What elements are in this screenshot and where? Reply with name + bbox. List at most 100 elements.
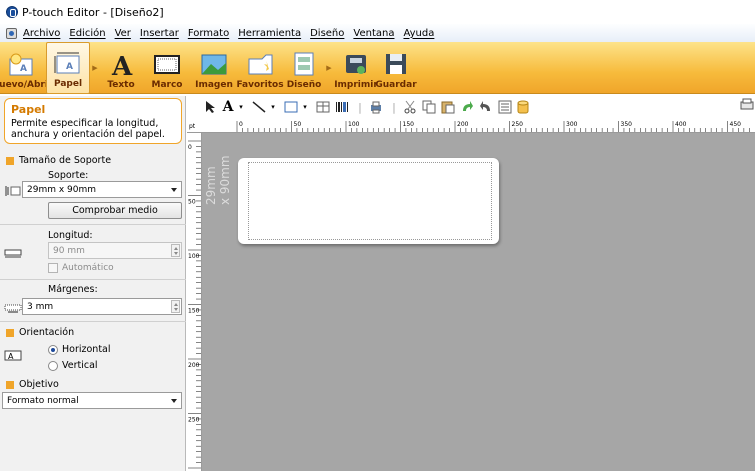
margins-input[interactable]: 3 mm <box>22 298 182 315</box>
section-marker-icon <box>6 156 14 165</box>
text-button[interactable]: A Texto <box>100 42 142 94</box>
save-icon <box>382 51 410 77</box>
label-size-indicator: 29mm x 90mm <box>204 155 235 239</box>
paper-label: Papel <box>53 79 83 89</box>
print-icon <box>342 51 370 77</box>
line-tool-icon[interactable] <box>252 99 266 115</box>
frame-icon <box>153 51 181 77</box>
copy-icon[interactable] <box>422 99 436 115</box>
objective-section: Objetivo <box>6 379 59 390</box>
ruler-tick-label: 100 <box>188 253 200 260</box>
margins-icon <box>4 303 22 315</box>
ruler-unit-label: pt <box>189 123 196 130</box>
menu-formato[interactable]: Formato <box>188 28 229 39</box>
layout-button[interactable]: Diseño <box>284 42 324 94</box>
checkbox-box <box>48 263 58 273</box>
image-button[interactable]: Imagen <box>192 42 236 94</box>
objective-select-value: Formato normal <box>7 395 79 406</box>
auto-checkbox[interactable]: Automático <box>48 263 114 273</box>
frame-button[interactable]: Marco <box>142 42 192 94</box>
print-label: Imprimir <box>334 80 378 90</box>
chevron-down-icon[interactable]: ▾ <box>267 99 279 115</box>
objective-section-label: Objetivo <box>19 379 59 390</box>
radio-circle <box>48 360 58 371</box>
design-canvas[interactable]: 29mm x 90mm <box>202 133 755 471</box>
paste-icon[interactable] <box>441 99 455 115</box>
table-tool-icon[interactable] <box>316 99 330 115</box>
svg-text:A: A <box>111 52 133 77</box>
panel-description: Permite especificar la longitud, anchura… <box>11 118 165 140</box>
objective-select[interactable]: Formato normal <box>2 392 182 409</box>
database-icon[interactable] <box>517 99 529 115</box>
frame-label: Marco <box>151 80 183 90</box>
paper-button[interactable]: A Papel <box>46 42 90 94</box>
orientation-section: Orientación <box>6 327 74 338</box>
orientation-icon: A <box>4 350 22 362</box>
print-button[interactable]: Imprimir <box>334 42 378 94</box>
new-open-button[interactable]: A Nuevo/Abrir <box>0 42 52 94</box>
menu-edicion[interactable]: Edición <box>69 28 105 39</box>
ribbon-group-arrow-icon: ▶ <box>326 63 332 72</box>
window-title: P-touch Editor - [Diseño2] <box>22 5 164 19</box>
select-arrow-icon[interactable] <box>205 99 217 115</box>
margins-input-value: 3 mm <box>27 301 54 312</box>
save-button[interactable]: Guardar <box>375 42 417 94</box>
ruler-tick-label: 50 <box>188 199 196 206</box>
panel-title: Papel <box>11 103 46 116</box>
layout-icon <box>290 51 318 77</box>
document-menu-icon[interactable] <box>6 27 17 39</box>
undo-icon[interactable] <box>460 99 474 115</box>
cut-icon[interactable] <box>403 99 417 115</box>
menu-herramienta[interactable]: Herramienta <box>238 28 301 39</box>
menu-insertar[interactable]: Insertar <box>140 28 179 39</box>
redo-icon[interactable] <box>479 99 493 115</box>
menu-ventana[interactable]: Ventana <box>353 28 394 39</box>
ruler-tick-label: 450 <box>730 121 742 128</box>
label-tape[interactable] <box>238 158 499 244</box>
favorites-button[interactable]: Favoritos <box>236 42 284 94</box>
menu-ver[interactable]: Ver <box>115 28 131 39</box>
print-preview-icon[interactable] <box>369 99 383 115</box>
length-spinner-icon[interactable] <box>171 244 180 257</box>
barcode-tool-icon[interactable] <box>335 99 349 115</box>
horizontal-radio-label: Horizontal <box>62 344 111 355</box>
chevron-down-icon[interactable]: ▾ <box>235 99 247 115</box>
media-select[interactable]: 29mm x 90mm <box>22 181 182 198</box>
chevron-down-icon[interactable]: ▾ <box>299 99 311 115</box>
length-input[interactable]: 90 mm <box>48 242 182 259</box>
vertical-radio-label: Vertical <box>62 360 98 371</box>
rectangle-tool-icon[interactable] <box>284 99 298 115</box>
orientation-section-label: Orientación <box>19 327 75 338</box>
ruler-tick-label: 200 <box>188 362 200 369</box>
menu-diseno[interactable]: Diseño <box>310 28 344 39</box>
check-media-button[interactable]: Comprobar medio <box>48 202 182 219</box>
favorites-label: Favoritos <box>236 80 284 90</box>
svg-text:A: A <box>8 352 14 361</box>
app-icon <box>6 6 18 18</box>
horizontal-radio[interactable]: Horizontal <box>48 344 111 355</box>
ruler-tick-label: 250 <box>512 121 524 128</box>
ruler-tick-label: 0 <box>188 144 192 151</box>
save-label: Guardar <box>375 80 417 90</box>
media-size-section-label: Tamaño de Soporte <box>19 155 112 166</box>
length-input-value: 90 mm <box>53 245 85 256</box>
horizontal-ruler: pt 0 50 100 150 200 250 300 350 400 450 <box>187 118 755 133</box>
text-label: Texto <box>107 80 135 90</box>
text-tool-icon[interactable]: A <box>222 99 234 115</box>
ribbon-group-arrow-icon: ▶ <box>92 63 98 72</box>
printer-status-icon[interactable] <box>740 98 754 112</box>
margins-label: Márgenes: <box>48 284 98 295</box>
menu-archivo[interactable]: Archivo <box>23 28 60 39</box>
size-line-2: x 90mm <box>218 155 232 205</box>
toolbar-separator: | <box>392 100 396 114</box>
ruler-tick-label: 300 <box>566 121 578 128</box>
object-properties-icon[interactable] <box>498 99 512 115</box>
margins-spinner-icon[interactable] <box>171 300 180 313</box>
vertical-radio[interactable]: Vertical <box>48 360 98 371</box>
new-open-label: Nuevo/Abrir <box>0 80 53 90</box>
text-icon: A <box>107 51 135 82</box>
chevron-down-icon <box>171 188 177 192</box>
media-size-icon <box>4 185 22 197</box>
menu-ayuda[interactable]: Ayuda <box>403 28 434 39</box>
media-label: Soporte: <box>48 170 89 181</box>
